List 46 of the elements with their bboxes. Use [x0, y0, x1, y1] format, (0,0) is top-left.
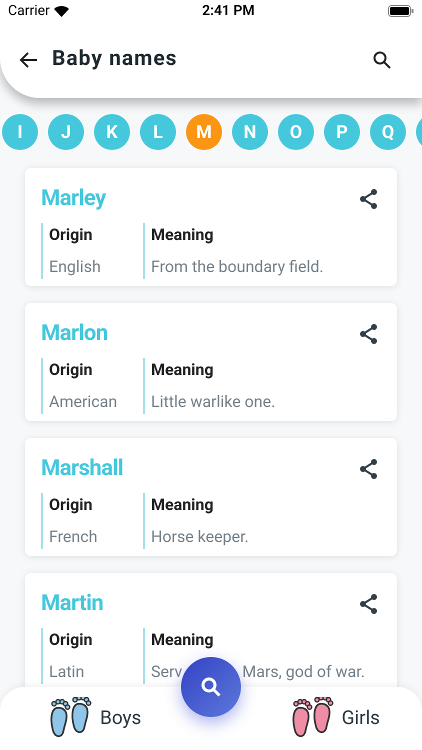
letter-button[interactable]: P	[324, 114, 360, 150]
name-card[interactable]: Marshall Origin French Meaning Horse keeper.	[25, 438, 397, 556]
origin-label: Origin	[49, 359, 94, 381]
origin-label: Origin	[49, 629, 94, 651]
page-title: Baby names	[52, 46, 178, 74]
baby-name: Marlon	[41, 320, 108, 348]
baby-name: Martin	[41, 590, 104, 618]
meaning-label: Meaning	[151, 494, 215, 516]
origin-label: Origin	[49, 494, 94, 516]
origin-value: American	[49, 391, 118, 413]
wifi-icon	[54, 6, 69, 16]
search-icon[interactable]	[372, 50, 392, 70]
carrier-label: Carrier	[8, 2, 50, 20]
letter-button[interactable]: I	[2, 114, 38, 150]
meaning-value: Little warlike one.	[151, 391, 276, 413]
share-icon[interactable]	[359, 592, 379, 614]
letter-button[interactable]: J	[48, 114, 84, 150]
name-card[interactable]: Marley Origin English Meaning From the boundary field.	[25, 168, 397, 286]
share-icon[interactable]	[359, 458, 379, 480]
meaning-value: Serv	[151, 661, 182, 683]
meaning-label: Meaning	[151, 224, 215, 246]
letter-button[interactable]: M	[186, 114, 222, 150]
origin-value: Latin	[49, 661, 86, 683]
letter-button[interactable]: K	[94, 114, 130, 150]
letter-button[interactable]: N	[232, 114, 268, 150]
meaning-value: Mars, god of war.	[242, 661, 365, 683]
letter-button[interactable]: L	[140, 114, 176, 150]
letter-button[interactable]: Q	[370, 114, 406, 150]
origin-value: English	[49, 256, 102, 278]
baby-name: Marshall	[41, 455, 124, 483]
name-card[interactable]: Marlon Origin American Meaning Little warlike one.	[25, 303, 397, 421]
share-icon[interactable]	[359, 322, 379, 344]
gender-tab[interactable]: Boys	[50, 696, 142, 740]
baby-name: Marley	[41, 185, 106, 213]
letter-button[interactable]: O	[278, 114, 314, 150]
origin-label: Origin	[49, 224, 94, 246]
clock: 2:41 PM	[202, 2, 255, 20]
share-icon[interactable]	[359, 188, 379, 210]
battery-icon	[388, 5, 414, 17]
meaning-value: Horse keeper.	[151, 526, 249, 548]
meaning-value: From the boundary field.	[151, 256, 324, 278]
origin-value: French	[49, 526, 98, 548]
meaning-label: Meaning	[151, 359, 215, 381]
gender-tab[interactable]: Girls	[292, 696, 380, 740]
search-icon	[199, 675, 223, 699]
meaning-label: Meaning	[151, 629, 215, 651]
